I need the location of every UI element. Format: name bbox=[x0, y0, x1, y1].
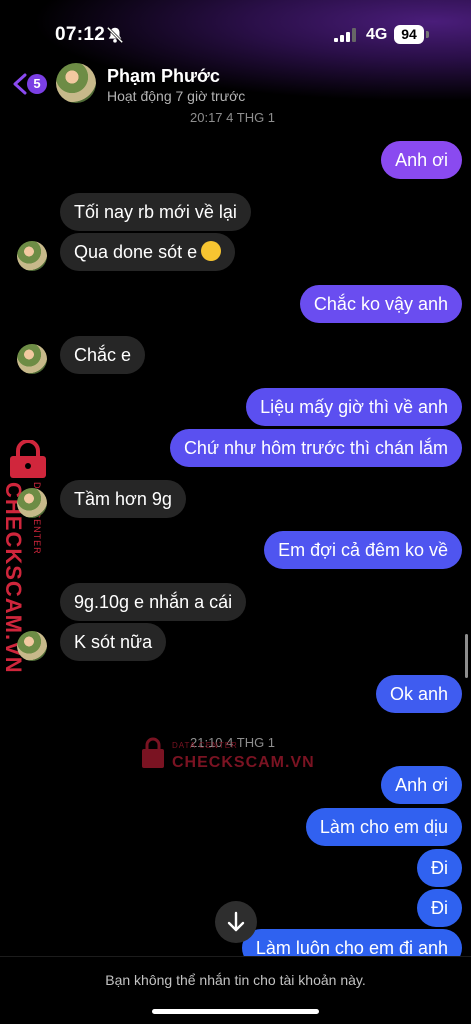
arrow-down-icon bbox=[227, 911, 245, 932]
message-bubble-outgoing[interactable]: Liệu mấy giờ thì về anh bbox=[246, 388, 462, 426]
message-bubble-incoming[interactable]: Tối nay rb mới về lại bbox=[60, 193, 251, 231]
messaging-disabled-notice: Bạn không thể nhắn tin cho tài khoản này… bbox=[105, 972, 366, 988]
message-bubble-outgoing[interactable]: Em đợi cả đêm ko về bbox=[264, 531, 462, 569]
sender-avatar[interactable] bbox=[17, 488, 47, 518]
cellular-signal-icon bbox=[334, 28, 356, 42]
contact-avatar[interactable] bbox=[56, 63, 96, 103]
contact-status: Hoạt động 7 giờ trước bbox=[107, 88, 246, 104]
bell-slash-icon bbox=[106, 26, 124, 44]
message-bubble-outgoing[interactable]: Đi bbox=[417, 889, 462, 927]
status-bar: 07:12 4G 94 bbox=[0, 0, 471, 60]
watermark-brand: CHECKSCAM.VN bbox=[172, 754, 315, 771]
network-type: 4G bbox=[366, 26, 388, 43]
lock-icon bbox=[10, 440, 46, 478]
sender-avatar[interactable] bbox=[17, 241, 47, 271]
message-bubble-outgoing[interactable]: Anh ơi bbox=[381, 766, 462, 804]
sender-avatar[interactable] bbox=[17, 631, 47, 661]
message-bubble-incoming[interactable]: Chắc e bbox=[60, 336, 146, 374]
scroll-to-bottom-button[interactable] bbox=[215, 901, 257, 943]
message-bubble-incoming[interactable]: K sót nữa bbox=[60, 623, 167, 661]
message-bubble-incoming[interactable]: 9g.10g e nhắn a cái bbox=[60, 583, 247, 621]
smile-emoji-icon bbox=[201, 241, 222, 262]
message-bubble-outgoing[interactable]: Ok anh bbox=[375, 675, 462, 713]
unread-count-badge[interactable]: 5 bbox=[27, 74, 47, 94]
home-indicator[interactable] bbox=[152, 1009, 319, 1014]
message-bubble-incoming[interactable]: Tầm hơn 9g bbox=[60, 480, 186, 518]
lock-icon bbox=[142, 737, 164, 768]
message-text: Qua done sót e bbox=[74, 242, 198, 262]
message-bubble-outgoing[interactable]: Chứ như hôm trước thì chán lắm bbox=[169, 429, 462, 467]
back-chevron-icon[interactable] bbox=[12, 73, 28, 95]
timestamp: 20:17 4 THG 1 bbox=[190, 110, 276, 125]
message-bubble-outgoing[interactable]: Đi bbox=[417, 849, 462, 887]
message-bubble-outgoing[interactable]: Chắc ko vậy anh bbox=[299, 285, 462, 323]
sender-avatar[interactable] bbox=[17, 344, 47, 374]
contact-name[interactable]: Phạm Phước bbox=[107, 66, 220, 87]
battery-tip bbox=[426, 31, 429, 38]
message-bubble-incoming[interactable]: Qua done sót e bbox=[60, 233, 236, 271]
message-bubble-outgoing[interactable]: Anh ơi bbox=[381, 141, 462, 179]
battery-level: 94 bbox=[394, 25, 424, 44]
watermark-tagline: DATA CENTER bbox=[172, 741, 238, 750]
scrollbar[interactable] bbox=[465, 634, 468, 678]
message-bubble-outgoing[interactable]: Làm cho em dịu bbox=[305, 808, 462, 846]
status-time: 07:12 bbox=[55, 24, 106, 45]
